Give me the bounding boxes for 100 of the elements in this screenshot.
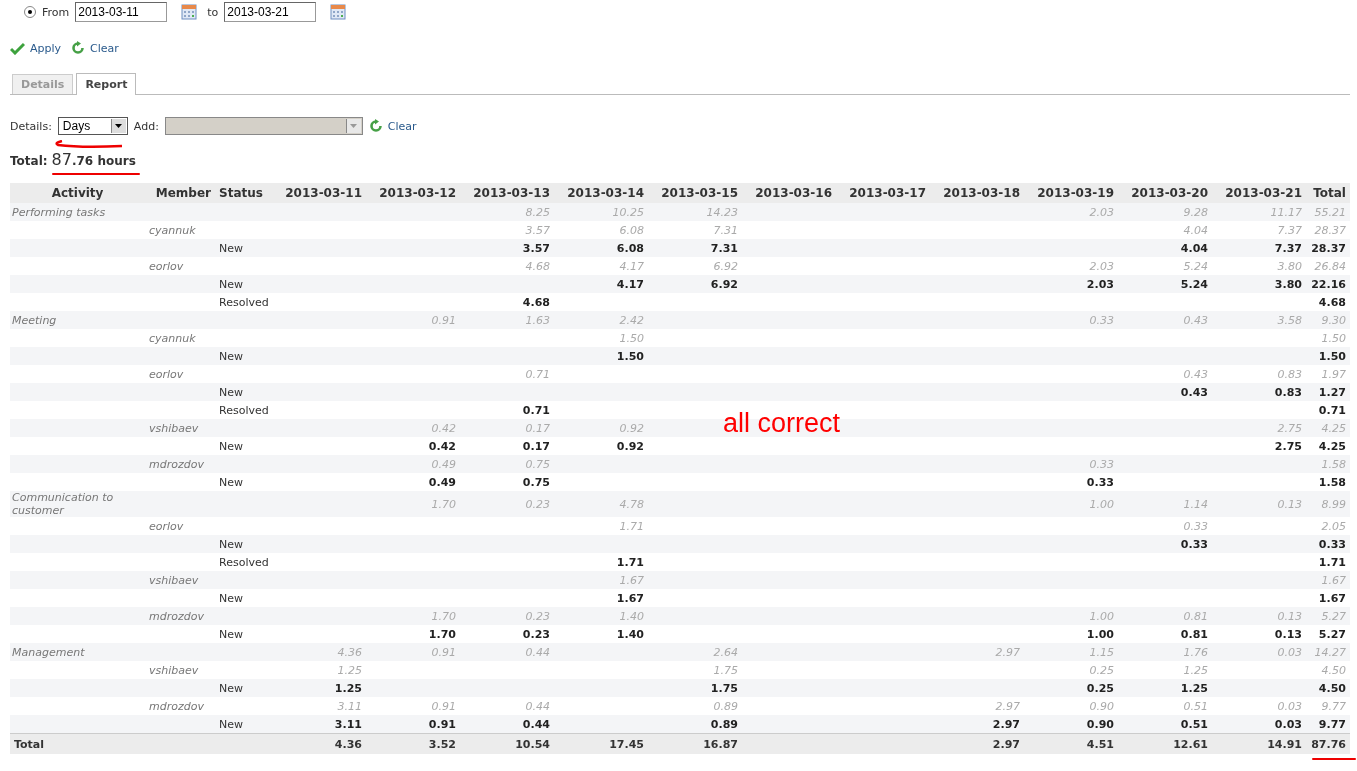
table-cell: 0.03	[1274, 717, 1302, 731]
member-name: eorlov	[149, 367, 184, 381]
status-name: Resolved	[219, 295, 269, 309]
table-cell: 3.57	[525, 223, 550, 237]
calendar-icon[interactable]	[330, 4, 347, 20]
table-cell: 1.71	[616, 555, 644, 569]
table-cell: 3.57	[522, 241, 550, 255]
calendar-icon[interactable]	[181, 4, 198, 20]
table-cell: 0.51	[1180, 717, 1208, 731]
table-cell: 0.71	[1318, 403, 1346, 417]
table-cell: 28.37	[1314, 223, 1346, 237]
total-value: 87.76 hours	[51, 154, 136, 168]
clear-link[interactable]: Clear	[368, 119, 417, 133]
table-cell: 1.71	[619, 519, 644, 533]
add-dropdown[interactable]	[164, 117, 363, 135]
table-cell: 4.50	[1321, 663, 1346, 677]
table-cell: 4.51	[1086, 737, 1114, 751]
table-cell: 26.84	[1314, 259, 1346, 273]
clear-link[interactable]: Clear	[71, 41, 119, 55]
table-cell: 4.68	[525, 259, 550, 273]
table-cell: 11.17	[1270, 205, 1302, 219]
table-cell: 0.90	[1086, 717, 1114, 731]
table-cell: 0.91	[431, 645, 456, 659]
table-cell: 4.17	[619, 259, 644, 273]
column-header: 2013-03-15	[648, 183, 742, 203]
table-cell: 1.27	[1318, 385, 1346, 399]
table-cell: 1.58	[1318, 475, 1346, 489]
table-cell: 2.97	[992, 737, 1020, 751]
checkmark-icon	[10, 41, 25, 55]
tab[interactable]: Report	[76, 73, 137, 95]
status-name: New	[219, 241, 243, 255]
table-cell: 7.37	[1274, 241, 1302, 255]
column-header: 2013-03-12	[366, 183, 460, 203]
member-name: vshibaev	[149, 573, 199, 587]
table-cell: 1.71	[1318, 555, 1346, 569]
table-cell: 1.70	[431, 497, 456, 511]
table-cell: 0.25	[1089, 663, 1114, 677]
table-cell: 1.67	[1321, 573, 1346, 587]
table-cell: 1.40	[619, 609, 644, 623]
table-cell: 1.50	[616, 349, 644, 363]
table-cell: 0.17	[525, 421, 550, 435]
total-row-label: Total	[14, 737, 45, 751]
table-cell: 3.11	[334, 717, 362, 731]
member-name: cyannuk	[149, 223, 196, 237]
table-cell: 6.08	[619, 223, 644, 237]
member-name: vshibaev	[149, 663, 199, 677]
table-cell: 9.77	[1318, 717, 1346, 731]
table-cell: 9.77	[1321, 699, 1346, 713]
table-cell: 3.80	[1277, 259, 1302, 273]
table-cell: 9.28	[1183, 205, 1208, 219]
table-cell: 1.63	[525, 313, 550, 327]
table-cell: 2.75	[1274, 439, 1302, 453]
table-cell: 7.31	[710, 241, 738, 255]
status-name: New	[219, 717, 243, 731]
member-name: vshibaev	[149, 421, 199, 435]
activity-name: Communication to customer	[12, 491, 114, 517]
table-cell: 4.04	[1183, 223, 1208, 237]
from-date-field[interactable]: 2013-03-11	[75, 2, 168, 22]
table-cell: 0.43	[1183, 313, 1208, 327]
table-cell: 0.23	[522, 627, 550, 641]
table-cell: 10.54	[515, 737, 550, 751]
table-cell: 17.45	[609, 737, 644, 751]
table-cell: 1.67	[1318, 591, 1346, 605]
add-label: Add:	[133, 119, 159, 133]
status-name: New	[219, 439, 243, 453]
table-cell: 1.15	[1089, 645, 1114, 659]
table-cell: 0.33	[1089, 457, 1114, 471]
table-cell: 4.17	[616, 277, 644, 291]
status-name: Resolved	[219, 403, 269, 417]
table-cell: 2.64	[713, 645, 738, 659]
table-cell: 3.58	[1277, 313, 1302, 327]
table-cell: 4.50	[1318, 681, 1346, 695]
radio-button[interactable]	[24, 6, 36, 18]
details-dropdown[interactable]: Days	[57, 117, 128, 135]
table-cell: 0.89	[710, 717, 738, 731]
table-cell: 1.75	[713, 663, 738, 677]
table-cell: 1.70	[428, 627, 456, 641]
status-name: New	[219, 681, 243, 695]
dropdown-arrow-icon[interactable]	[115, 124, 123, 128]
column-header: Member	[145, 183, 215, 203]
table-cell: 1.25	[334, 681, 362, 695]
table-cell: 0.91	[431, 699, 456, 713]
table-cell: 0.23	[525, 497, 550, 511]
table-cell: 0.71	[525, 367, 550, 381]
table-cell: 4.78	[619, 497, 644, 511]
from-label: From	[42, 5, 70, 19]
table-cell: 0.23	[525, 609, 550, 623]
table-cell: 0.13	[1277, 497, 1302, 511]
to-date-field[interactable]: 2013-03-21	[224, 2, 317, 22]
table-cell: 1.67	[616, 591, 644, 605]
status-name: New	[219, 349, 243, 363]
apply-link[interactable]: Apply	[10, 41, 62, 55]
column-header: Status	[215, 183, 272, 203]
table-cell: 6.92	[710, 277, 738, 291]
table-cell: 0.83	[1274, 385, 1302, 399]
table-cell: 0.33	[1183, 519, 1208, 533]
table-cell: 0.33	[1089, 313, 1114, 327]
table-cell: 0.03	[1277, 645, 1302, 659]
table-cell: 6.92	[713, 259, 738, 273]
annotation-text: all correct	[723, 408, 841, 439]
